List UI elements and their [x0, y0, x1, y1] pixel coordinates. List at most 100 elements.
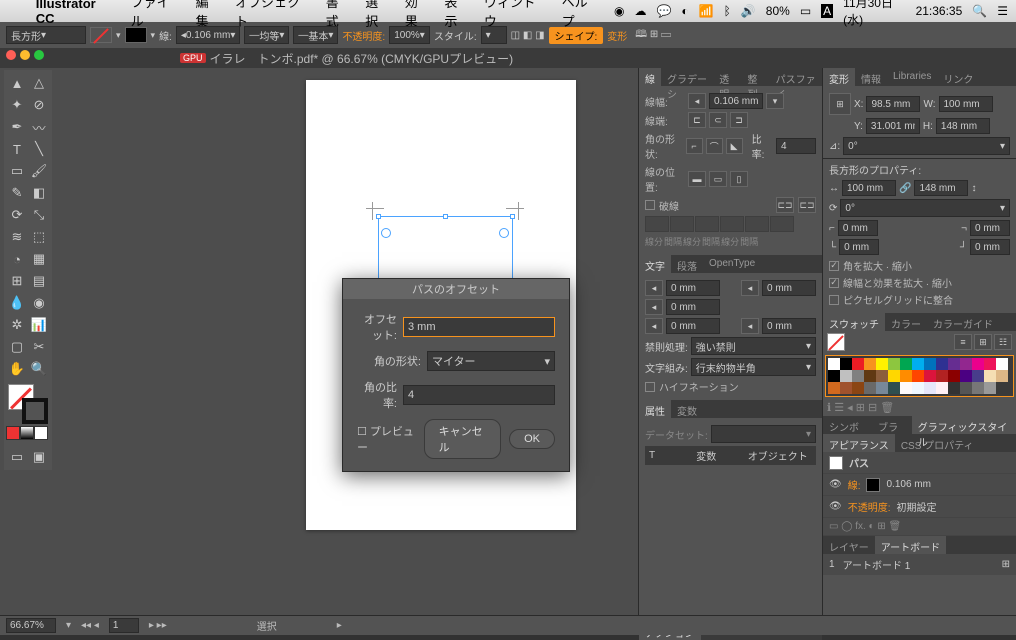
- swatch-item[interactable]: [924, 358, 936, 370]
- align-inside[interactable]: ▭: [709, 171, 727, 187]
- pen-tool[interactable]: ✒: [6, 116, 28, 138]
- tab-character[interactable]: 文字: [639, 255, 671, 273]
- swatch-item[interactable]: [960, 382, 972, 394]
- stroke-swatch[interactable]: [125, 27, 147, 43]
- lasso-tool[interactable]: ⊘: [28, 94, 50, 116]
- tab-links[interactable]: リンク: [937, 68, 979, 86]
- misc-icons[interactable]: 🕮 ⊞ ▭: [635, 27, 671, 44]
- swatch-item[interactable]: [948, 382, 960, 394]
- y-field[interactable]: [866, 118, 920, 134]
- swatch-item[interactable]: [888, 382, 900, 394]
- swatch-item[interactable]: [912, 382, 924, 394]
- color-mode-none[interactable]: [34, 426, 48, 440]
- menu-view[interactable]: 表示: [444, 0, 470, 30]
- dash-checkbox[interactable]: [645, 200, 655, 210]
- transform-link[interactable]: 変形: [607, 28, 627, 43]
- swatch-item[interactable]: [876, 358, 888, 370]
- style-dropdown[interactable]: ▾: [481, 26, 507, 44]
- swatch-item[interactable]: [888, 370, 900, 382]
- swatch-item[interactable]: [852, 358, 864, 370]
- screen-mode-full[interactable]: ▣: [28, 446, 50, 468]
- shaper-tool[interactable]: ✎: [6, 182, 28, 204]
- cap-butt[interactable]: ⊏: [688, 112, 706, 128]
- tab-gradient[interactable]: グラデーシ: [661, 68, 713, 86]
- swatch-item[interactable]: [828, 358, 840, 370]
- join-miter[interactable]: ⌐: [686, 138, 703, 154]
- evernote-icon[interactable]: ◉: [614, 4, 624, 18]
- swatch-item[interactable]: [912, 358, 924, 370]
- swatch-item[interactable]: [828, 370, 840, 382]
- spotlight-icon[interactable]: 🔍: [972, 4, 987, 18]
- opacity-input[interactable]: 100% ▾: [389, 26, 430, 44]
- tab-align[interactable]: 整列: [741, 68, 769, 86]
- gradient-tool[interactable]: ▤: [28, 270, 50, 292]
- color-mode-gradient[interactable]: [20, 426, 34, 440]
- swatch-item[interactable]: [936, 370, 948, 382]
- mesh-tool[interactable]: ⊞: [6, 270, 28, 292]
- graph-tool[interactable]: 📊: [28, 314, 50, 336]
- app-name[interactable]: Illustrator CC: [36, 0, 117, 26]
- swatch-item[interactable]: [972, 358, 984, 370]
- direct-selection-tool[interactable]: △: [28, 72, 50, 94]
- rectangle-tool[interactable]: ▭: [6, 160, 28, 182]
- tab-artboards[interactable]: アートボード: [875, 536, 946, 554]
- window-zoom[interactable]: [34, 50, 44, 60]
- tab-transparency[interactable]: 透明: [713, 68, 741, 86]
- reference-point[interactable]: ⊞: [829, 93, 851, 115]
- tab-info[interactable]: 情報: [855, 68, 887, 86]
- swatch-item[interactable]: [996, 358, 1008, 370]
- siri-icon[interactable]: ◐: [681, 4, 688, 18]
- hand-tool[interactable]: ✋: [6, 358, 28, 380]
- line-icon[interactable]: 💬: [656, 4, 671, 18]
- line-tool[interactable]: ╲: [28, 138, 50, 160]
- width-tool[interactable]: ≋: [6, 226, 28, 248]
- cap-square[interactable]: ⊐: [730, 112, 748, 128]
- scale-tool[interactable]: ⤡: [28, 204, 50, 226]
- swatch-item[interactable]: [912, 370, 924, 382]
- stroke-width-input[interactable]: ◂ 0.106 mm ▾: [176, 26, 241, 44]
- swatch-item[interactable]: [840, 358, 852, 370]
- tab-transform[interactable]: 変形: [823, 68, 855, 86]
- offset-input[interactable]: [403, 317, 555, 337]
- ok-button[interactable]: OK: [509, 429, 555, 449]
- align-center[interactable]: ▬: [688, 171, 706, 187]
- kinsoku-select[interactable]: 強い禁則▾: [691, 337, 816, 355]
- swatch-item[interactable]: [924, 382, 936, 394]
- shape-builder-tool[interactable]: ◔: [6, 248, 28, 270]
- tab-color[interactable]: カラー: [885, 313, 927, 331]
- shape-button[interactable]: シェイプ:: [549, 27, 604, 44]
- symbol-sprayer-tool[interactable]: ✲: [6, 314, 28, 336]
- notif-icon[interactable]: ☰: [997, 4, 1008, 18]
- miter-ratio-field[interactable]: [776, 138, 816, 154]
- swatch-item[interactable]: [876, 382, 888, 394]
- stroke-profile-dropdown[interactable]: — 基本 ▾: [293, 26, 338, 44]
- swatch-item[interactable]: [984, 382, 996, 394]
- opacity-label[interactable]: 不透明度:: [342, 28, 385, 43]
- document-title[interactable]: イラレ トンボ.pdf* @ 66.67% (CMYK/GPUプレビュー): [210, 50, 514, 67]
- align-icons[interactable]: ◫ ◧ ◨: [511, 30, 545, 41]
- artboard-number-field[interactable]: [109, 618, 139, 633]
- swatch-item[interactable]: [936, 382, 948, 394]
- tab-variables[interactable]: 変数: [671, 400, 703, 418]
- eraser-tool[interactable]: ◧: [28, 182, 50, 204]
- miter-input[interactable]: [403, 385, 555, 405]
- rect-w-field[interactable]: [842, 180, 896, 196]
- swatch-item[interactable]: [984, 358, 996, 370]
- swatch-item[interactable]: [948, 370, 960, 382]
- cancel-button[interactable]: キャンセル: [424, 419, 501, 459]
- rotate-tool[interactable]: ⟳: [6, 204, 28, 226]
- artboard-nav-next[interactable]: ▸ ▸▸: [149, 620, 167, 631]
- artboard-nav-prev[interactable]: ◂◂ ◂: [81, 620, 99, 631]
- tab-layers[interactable]: レイヤー: [823, 536, 875, 554]
- preview-checkbox[interactable]: ☐ プレビュー: [357, 423, 416, 455]
- swatch-item[interactable]: [840, 370, 852, 382]
- swatch-item[interactable]: [876, 370, 888, 382]
- swatch-item[interactable]: [900, 358, 912, 370]
- stroke-dash-dropdown[interactable]: — 均等 ▾: [244, 26, 289, 44]
- join-bevel[interactable]: ◣: [726, 138, 743, 154]
- swatch-item[interactable]: [888, 358, 900, 370]
- screen-mode-normal[interactable]: ▭: [6, 446, 28, 468]
- window-close[interactable]: [6, 50, 16, 60]
- swatch-item[interactable]: [984, 370, 996, 382]
- eyedropper-tool[interactable]: 💧: [6, 292, 28, 314]
